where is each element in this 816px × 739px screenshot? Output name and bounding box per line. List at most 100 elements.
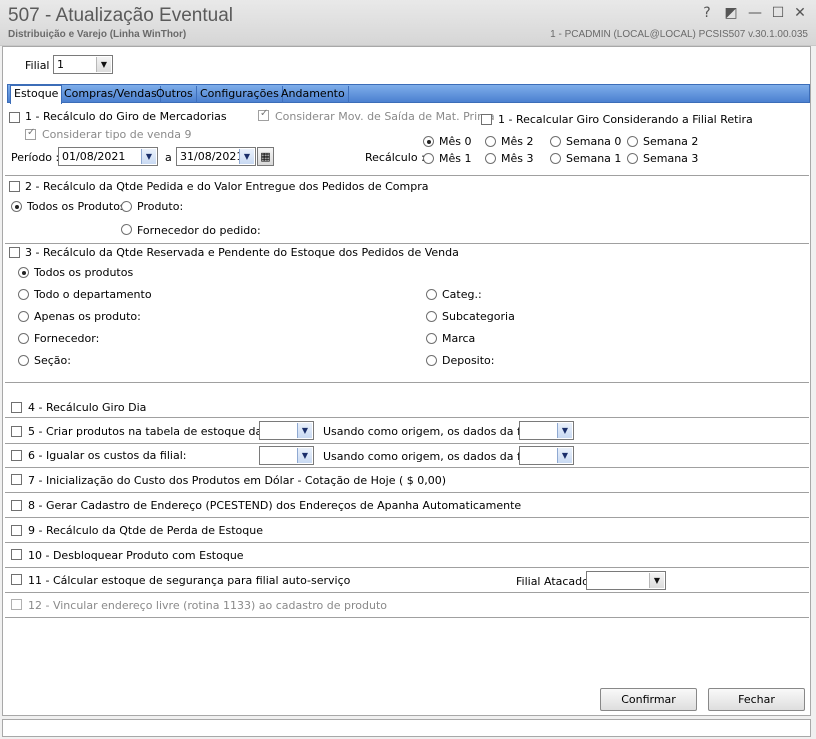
radio-deposito[interactable]: [426, 355, 437, 366]
mes-0-label: Mês 0: [439, 135, 472, 148]
s8-checkbox[interactable]: [11, 500, 22, 511]
recalculo-label: Recálculo :: [365, 151, 425, 164]
recalc-giro-label: 1 - Recálculo do Giro de Mercadorias: [25, 110, 227, 123]
radio-subcategoria[interactable]: [426, 311, 437, 322]
s4-checkbox[interactable]: [11, 402, 22, 413]
s4-label: 4 - Recálculo Giro Dia: [28, 401, 147, 414]
divider: [5, 443, 809, 444]
radio-semana-3[interactable]: [627, 153, 638, 164]
fechar-button[interactable]: Fechar: [708, 688, 805, 711]
radio-mes-1[interactable]: [423, 153, 434, 164]
chevron-down-icon[interactable]: ▼: [557, 423, 572, 438]
radio-categ[interactable]: [426, 289, 437, 300]
s3-title: 3 - Recálculo da Qtde Reservada e Penden…: [25, 246, 459, 259]
divider: [5, 417, 809, 418]
recalc-filial-retira-checkbox[interactable]: [481, 114, 492, 125]
radio-todo-departamento[interactable]: [18, 289, 29, 300]
s6-filial-select[interactable]: ▼: [259, 446, 314, 465]
s10-checkbox[interactable]: [11, 549, 22, 560]
todo-departamento-label: Todo o departamento: [34, 288, 152, 301]
radio-mes-2[interactable]: [485, 136, 496, 147]
s2-checkbox[interactable]: [9, 181, 20, 192]
filial-atacado-label: Filial Atacado:: [516, 575, 593, 588]
help-icon[interactable]: ?: [697, 4, 717, 22]
filial-select[interactable]: 1 ▼: [53, 55, 113, 74]
divider: [5, 567, 809, 568]
tab-compras-vendas[interactable]: Compras/Vendas: [61, 86, 161, 103]
s3-checkbox[interactable]: [9, 247, 20, 258]
todos-os-produtos-label: Todos os produtos: [34, 266, 134, 279]
tab-outros[interactable]: Outros: [153, 86, 197, 103]
radio-todos-produtos[interactable]: [11, 201, 22, 212]
chevron-down-icon[interactable]: ▼: [141, 149, 156, 164]
date-from-value: 01/08/2021: [62, 150, 126, 163]
s5-filial-select[interactable]: ▼: [259, 421, 314, 440]
s11-checkbox[interactable]: [11, 574, 22, 585]
divider: [5, 592, 809, 593]
divider: [5, 492, 809, 493]
divider: [5, 243, 809, 244]
s5-checkbox[interactable]: [11, 426, 22, 437]
filial-label: Filial: [25, 59, 50, 72]
chevron-down-icon[interactable]: ▼: [649, 573, 664, 588]
radio-mes-3[interactable]: [485, 153, 496, 164]
s11-label: 11 - Cálcular estoque de segurança para …: [28, 574, 351, 587]
considerar-mov-checkbox[interactable]: [258, 108, 269, 121]
s7-checkbox[interactable]: [11, 474, 22, 485]
radio-semana-0[interactable]: [550, 136, 561, 147]
radio-secao[interactable]: [18, 355, 29, 366]
radio-todos-os-produtos[interactable]: [18, 267, 29, 278]
fornecedor-pedido-label: Fornecedor do pedido:: [137, 224, 261, 237]
status-bar: [2, 719, 811, 737]
chevron-down-icon[interactable]: ▼: [239, 149, 254, 164]
s9-checkbox[interactable]: [11, 525, 22, 536]
radio-marca[interactable]: [426, 333, 437, 344]
mes-1-label: Mês 1: [439, 152, 472, 165]
radio-produto[interactable]: [121, 201, 132, 212]
maximize-icon[interactable]: ☐: [768, 4, 788, 22]
confirmar-button[interactable]: Confirmar: [600, 688, 697, 711]
semana-1-label: Semana 1: [566, 152, 622, 165]
s8-label: 8 - Gerar Cadastro de Endereço (PCESTEND…: [28, 499, 522, 512]
s6-checkbox[interactable]: [11, 450, 22, 461]
date-to-value: 31/08/2021: [180, 150, 244, 163]
tab-estoque[interactable]: Estoque: [10, 85, 63, 104]
minimize-icon[interactable]: —: [745, 4, 765, 22]
chevron-down-icon[interactable]: ▼: [96, 57, 111, 72]
considerar-tipo-venda-label: Considerar tipo de venda 9: [42, 128, 192, 141]
close-icon[interactable]: ✕: [790, 4, 810, 22]
tab-configuracoes[interactable]: Configurações: [197, 86, 283, 103]
recalc-giro-checkbox[interactable]: [9, 112, 20, 123]
radio-fornecedor-pedido[interactable]: [121, 224, 132, 235]
considerar-mov-label: Considerar Mov. de Saída de Mat. Prima: [275, 110, 495, 123]
s6-origem-select[interactable]: ▼: [519, 446, 574, 465]
radio-mes-0[interactable]: [423, 136, 434, 147]
chevron-down-icon[interactable]: ▼: [297, 448, 312, 463]
apenas-produto-label: Apenas os produto:: [34, 310, 141, 323]
radio-apenas-produto[interactable]: [18, 311, 29, 322]
filial-atacado-select[interactable]: ▼: [586, 571, 666, 590]
radio-semana-2[interactable]: [627, 136, 638, 147]
tab-andamento[interactable]: Andamento: [278, 86, 349, 103]
chevron-down-icon[interactable]: ▼: [557, 448, 572, 463]
s12-checkbox[interactable]: [11, 599, 22, 610]
date-to-picker[interactable]: 31/08/2021 ▼: [176, 147, 256, 166]
periodo-label: Período :: [11, 151, 60, 164]
radio-fornecedor[interactable]: [18, 333, 29, 344]
s10-label: 10 - Desbloquear Produto com Estoque: [28, 549, 244, 562]
chevron-down-icon[interactable]: ▼: [297, 423, 312, 438]
s2-title: 2 - Recálculo da Qtde Pedida e do Valor …: [25, 180, 429, 193]
semana-2-label: Semana 2: [643, 135, 699, 148]
produto-label: Produto:: [137, 200, 184, 213]
considerar-tipo-venda-checkbox[interactable]: [25, 127, 36, 140]
date-from-picker[interactable]: 01/08/2021 ▼: [58, 147, 158, 166]
fornecedor-label: Fornecedor:: [34, 332, 100, 345]
divider: [5, 517, 809, 518]
calendar-icon[interactable]: ▦: [257, 147, 274, 166]
restore-icon[interactable]: ◩: [721, 4, 741, 22]
radio-semana-1[interactable]: [550, 153, 561, 164]
mes-3-label: Mês 3: [501, 152, 534, 165]
s5-label: 5 - Criar produtos na tabela de estoque …: [28, 425, 293, 438]
tab-strip: Estoque Compras/Vendas Outros Configuraç…: [7, 84, 810, 104]
s5-origem-select[interactable]: ▼: [519, 421, 574, 440]
